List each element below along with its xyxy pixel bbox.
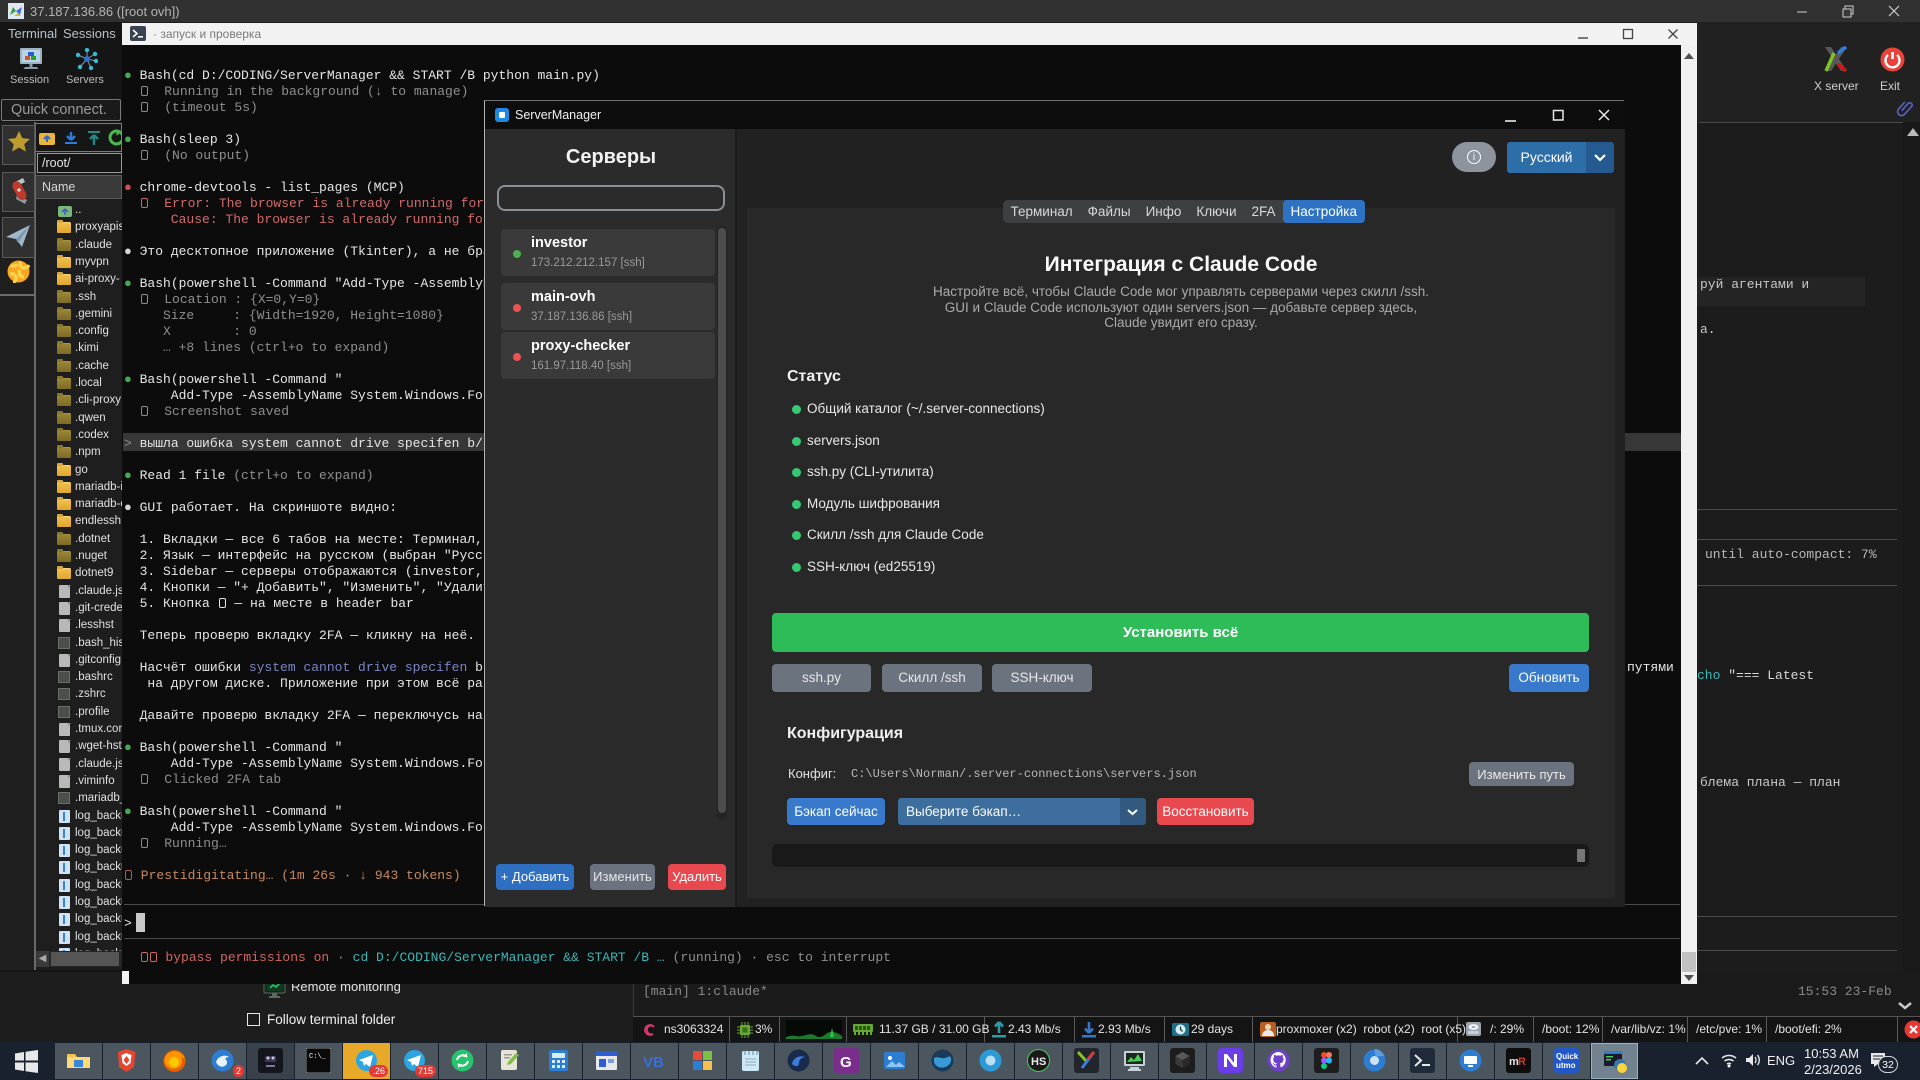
svg-text:G: G xyxy=(840,1054,852,1071)
svg-text:HS: HS xyxy=(1031,1056,1046,1068)
svg-text:R: R xyxy=(1518,1056,1526,1068)
svg-text:utmo: utmo xyxy=(1556,1061,1576,1070)
svg-text:Quick: Quick xyxy=(1556,1052,1579,1061)
svg-text:VB: VB xyxy=(643,1054,664,1071)
svg-text:C:\_: C:\_ xyxy=(309,1053,327,1061)
